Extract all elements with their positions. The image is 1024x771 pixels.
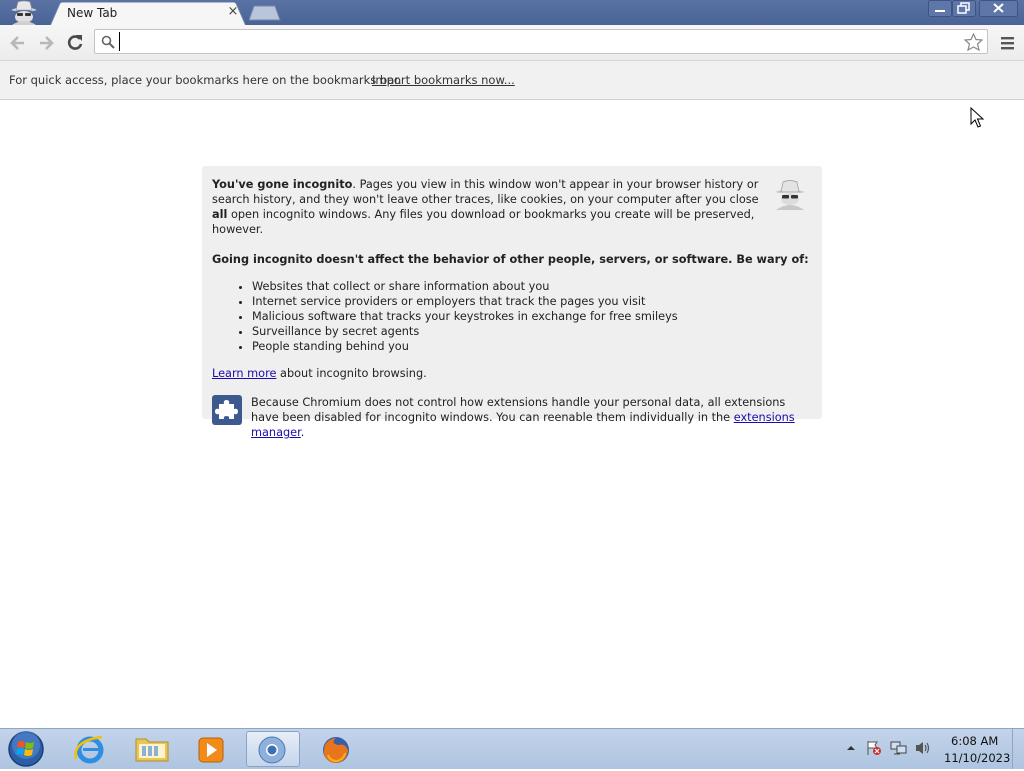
new-tab-button[interactable]: [248, 5, 281, 24]
window-titlebar: New Tab ×: [0, 0, 1024, 26]
incognito-intro-text-b: open incognito windows. Any files you do…: [212, 208, 755, 236]
tab-new-tab[interactable]: New Tab ×: [50, 2, 246, 26]
incognito-avatar-icon: [6, 0, 42, 25]
clock-time[interactable]: 6:08 AM: [951, 734, 998, 748]
taskbar-firefox-icon[interactable]: [310, 731, 362, 767]
search-icon: [101, 35, 115, 52]
action-center-flag-icon[interactable]: [866, 740, 882, 759]
windows-taskbar: 6:08 AM 11/10/2023: [0, 728, 1024, 769]
warning-list: Websites that collect or share informati…: [212, 279, 812, 354]
show-desktop-button[interactable]: [1012, 729, 1024, 769]
start-button[interactable]: [4, 730, 48, 768]
clock-date[interactable]: 11/10/2023: [944, 751, 1010, 765]
address-input[interactable]: [119, 32, 952, 51]
incognito-info-card: You've gone incognito. Pages you view in…: [202, 166, 822, 439]
learn-more-link[interactable]: Learn more: [212, 367, 276, 380]
forward-arrow-icon[interactable]: [36, 33, 56, 53]
browser-toolbar: [0, 25, 1024, 61]
minimize-button[interactable]: [928, 0, 952, 17]
learn-more-rest: about incognito browsing.: [276, 367, 427, 380]
bookmarks-bar: For quick access, place your bookmarks h…: [0, 61, 1024, 100]
incognito-intro-all: all: [212, 208, 228, 221]
import-bookmarks-link[interactable]: Import bookmarks now...: [372, 73, 515, 87]
extensions-notice-text: Because Chromium does not control how ex…: [251, 395, 811, 440]
puzzle-piece-icon: [212, 395, 242, 425]
incognito-intro-heading: You've gone incognito: [212, 178, 353, 191]
menu-icon[interactable]: [999, 35, 1017, 51]
incognito-spy-icon: [772, 178, 808, 210]
show-hidden-icons-icon[interactable]: [846, 742, 856, 756]
incognito-warning: Going incognito doesn't affect the behav…: [212, 253, 809, 266]
page-content: You've gone incognito. Pages you view in…: [0, 100, 1024, 728]
list-item: Malicious software that tracks your keys…: [252, 309, 812, 324]
volume-icon[interactable]: [914, 740, 932, 759]
list-item: Websites that collect or share informati…: [252, 279, 812, 294]
list-item: Internet service providers or employers …: [252, 294, 812, 309]
taskbar-internet-explorer-icon[interactable]: [66, 731, 118, 767]
reload-icon[interactable]: [65, 33, 85, 53]
learn-more-line: Learn more about incognito browsing.: [212, 366, 812, 381]
bookmarks-bar-hint: For quick access, place your bookmarks h…: [9, 73, 402, 87]
incognito-intro: You've gone incognito. Pages you view in…: [212, 177, 760, 237]
omnibox[interactable]: [94, 29, 988, 54]
network-icon[interactable]: [890, 740, 908, 759]
tab-title: New Tab: [67, 6, 118, 20]
tab-close-icon[interactable]: ×: [226, 5, 240, 19]
taskbar-explorer-icon[interactable]: [126, 731, 178, 767]
close-window-button[interactable]: [979, 0, 1018, 17]
taskbar-chromium-icon[interactable]: [246, 731, 300, 767]
list-item: Surveillance by secret agents: [252, 324, 812, 339]
list-item: People standing behind you: [252, 339, 812, 354]
extensions-notice-body: Because Chromium does not control how ex…: [251, 396, 786, 424]
restore-button[interactable]: [952, 0, 976, 17]
extensions-notice: Because Chromium does not control how ex…: [212, 395, 812, 439]
star-icon[interactable]: [963, 32, 984, 54]
mouse-cursor-icon: [970, 106, 985, 132]
extensions-notice-end: .: [300, 426, 305, 439]
back-arrow-icon[interactable]: [8, 33, 28, 53]
taskbar-media-player-icon[interactable]: [186, 731, 238, 767]
